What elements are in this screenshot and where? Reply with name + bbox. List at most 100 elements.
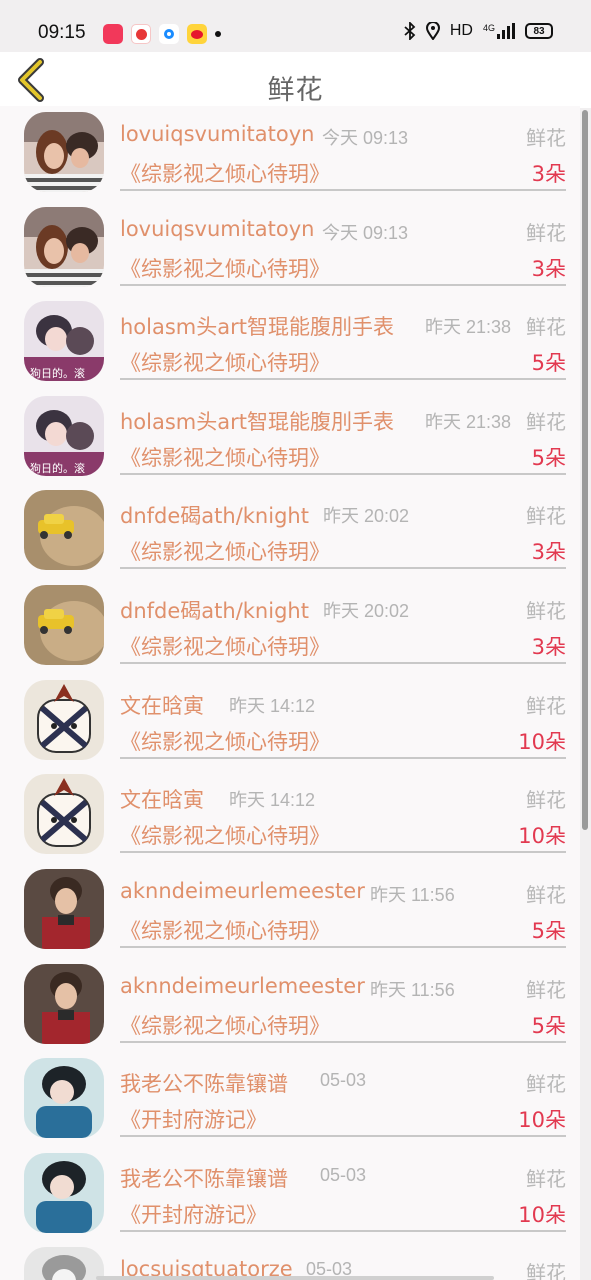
status-time: 09:15 (38, 22, 86, 43)
avatar[interactable] (24, 964, 104, 1044)
timestamp: 昨天 11:56 (370, 980, 455, 1000)
timestamp: 昨天 11:56 (370, 885, 455, 905)
list-item[interactable]: 狗日的。滚 holasm头art智琨能腹刖手表 昨天 21:38 鲜花 《综影视… (0, 295, 580, 390)
avatar[interactable] (24, 490, 104, 570)
list-item[interactable]: 文在晗寅 昨天 14:12 鲜花 《综影视之倾心待玥》 10朵 (0, 768, 580, 863)
username: dnfde碣ath/knight (120, 504, 309, 528)
username: holasm头art智琨能腹刖手表 (120, 410, 394, 434)
timestamp: 05-03 (320, 1165, 367, 1185)
gift-count: 3朵 (531, 257, 566, 281)
gift-count: 3朵 (531, 162, 566, 186)
timestamp: 05-03 (320, 1070, 367, 1090)
username: 文在晗寅 (120, 788, 204, 812)
header-bar: 鲜花 (0, 52, 591, 108)
gift-record-list[interactable]: lovuiqsvumitatoyn 今天 09:13 鲜花 《综影视之倾心待玥》… (0, 106, 580, 1280)
couple-photo-image (24, 112, 104, 192)
list-item[interactable]: 狗日的。滚 holasm头art智琨能腹刖手表 昨天 21:38 鲜花 《综影视… (0, 390, 580, 485)
avatar[interactable] (24, 112, 104, 192)
timestamp: 昨天 21:38 (425, 412, 512, 432)
list-item[interactable]: 我老公不陈靠镶谱 05-03 鲜花 《开封府游记》 10朵 (0, 1147, 580, 1242)
man-red-sweater-image (24, 964, 104, 1044)
divider (120, 1135, 566, 1137)
avatar[interactable] (24, 1153, 104, 1233)
gift-count: 5朵 (531, 446, 566, 470)
avatar[interactable] (24, 680, 104, 760)
divider (120, 757, 566, 759)
timestamp: 今天 09:13 (322, 223, 409, 243)
gift-type: 鲜花 (526, 315, 566, 339)
cellular-signal: 4G (483, 23, 515, 39)
book-title[interactable]: 《综影视之倾心待玥》 (120, 442, 330, 472)
browser-app-icon (159, 24, 179, 44)
more-notifications-icon (215, 31, 221, 37)
list-item[interactable]: 我老公不陈靠镶谱 05-03 鲜花 《开封府游记》 10朵 (0, 1052, 580, 1147)
divider (120, 662, 566, 664)
home-indicator[interactable] (96, 1276, 494, 1280)
gift-type: 鲜花 (526, 410, 566, 434)
avatar[interactable] (24, 207, 104, 287)
username: aknndeimeurlemeester (120, 974, 365, 998)
avatar[interactable]: 狗日的。滚 (24, 301, 104, 381)
battery-icon: 83 (525, 23, 553, 39)
timestamp: 今天 09:13 (322, 128, 409, 148)
gift-count: 10朵 (518, 1108, 566, 1132)
list-item[interactable]: dnfde碣ath/knight 昨天 20:02 鲜花 《综影视之倾心待玥》 … (0, 579, 580, 674)
couple-photo-image (24, 207, 104, 287)
list-item[interactable]: lovuiqsvumitatoyn 今天 09:13 鲜花 《综影视之倾心待玥》… (0, 106, 580, 201)
toy-car-image (24, 585, 104, 665)
gift-type: 鲜花 (526, 599, 566, 623)
list-item[interactable]: aknndeimeurlemeester 昨天 11:56 鲜花 《综影视之倾心… (0, 863, 580, 958)
gift-type: 鲜花 (526, 221, 566, 245)
gift-count: 10朵 (518, 824, 566, 848)
username: aknndeimeurlemeester (120, 879, 365, 903)
book-title[interactable]: 《综影视之倾心待玥》 (120, 253, 330, 283)
list-item[interactable]: aknndeimeurlemeester 昨天 11:56 鲜花 《综影视之倾心… (0, 958, 580, 1053)
avatar[interactable] (24, 1247, 104, 1280)
sketch-portrait-image (24, 1247, 104, 1280)
system-indicators: HD 4G 83 (404, 22, 553, 40)
book-title[interactable]: 《开封府游记》 (120, 1104, 267, 1134)
divider (120, 1230, 566, 1232)
divider (120, 851, 566, 853)
username: 我老公不陈靠镶谱 (120, 1072, 288, 1096)
book-title[interactable]: 《开封府游记》 (120, 1199, 267, 1229)
avatar-caption: 狗日的。滚 (30, 367, 85, 380)
toy-car-image (24, 490, 104, 570)
divider (120, 189, 566, 191)
book-title[interactable]: 《综影视之倾心待玥》 (120, 820, 330, 850)
list-item[interactable]: dnfde碣ath/knight 昨天 20:02 鲜花 《综影视之倾心待玥》 … (0, 484, 580, 579)
anime-boy-blue-image (24, 1153, 104, 1233)
weibo-app-icon (187, 24, 207, 44)
gift-count: 3朵 (531, 540, 566, 564)
avatar[interactable] (24, 869, 104, 949)
gift-count: 10朵 (518, 730, 566, 754)
avatar[interactable] (24, 1058, 104, 1138)
list-item[interactable]: lovuiqsvumitatoyn 今天 09:13 鲜花 《综影视之倾心待玥》… (0, 201, 580, 296)
gift-type: 鲜花 (526, 788, 566, 812)
avatar[interactable]: 狗日的。滚 (24, 396, 104, 476)
username: holasm头art智琨能腹刖手表 (120, 315, 394, 339)
gift-type: 鲜花 (526, 126, 566, 150)
anime-boy-blue-image (24, 1058, 104, 1138)
list-item[interactable]: locsuisqtuatorze 05-03 鲜花 (0, 1241, 580, 1280)
book-title[interactable]: 《综影视之倾心待玥》 (120, 1010, 330, 1040)
divider (120, 567, 566, 569)
book-title[interactable]: 《综影视之倾心待玥》 (120, 631, 330, 661)
book-title[interactable]: 《综影视之倾心待玥》 (120, 536, 330, 566)
location-icon (425, 22, 440, 40)
scrollbar[interactable] (582, 110, 588, 830)
book-title[interactable]: 《综影视之倾心待玥》 (120, 726, 330, 756)
timestamp: 昨天 14:12 (229, 790, 316, 810)
book-title[interactable]: 《综影视之倾心待玥》 (120, 158, 330, 188)
divider (120, 284, 566, 286)
avatar[interactable] (24, 774, 104, 854)
timestamp: 昨天 14:12 (229, 696, 316, 716)
book-title[interactable]: 《综影视之倾心待玥》 (120, 915, 330, 945)
notification-icons (103, 24, 221, 44)
signal-bars-icon (497, 23, 515, 39)
status-bar: 09:15 HD 4G 83 (0, 0, 591, 60)
list-item[interactable]: 文在晗寅 昨天 14:12 鲜花 《综影视之倾心待玥》 10朵 (0, 674, 580, 769)
avatar[interactable] (24, 585, 104, 665)
gift-count: 3朵 (531, 635, 566, 659)
book-title[interactable]: 《综影视之倾心待玥》 (120, 347, 330, 377)
